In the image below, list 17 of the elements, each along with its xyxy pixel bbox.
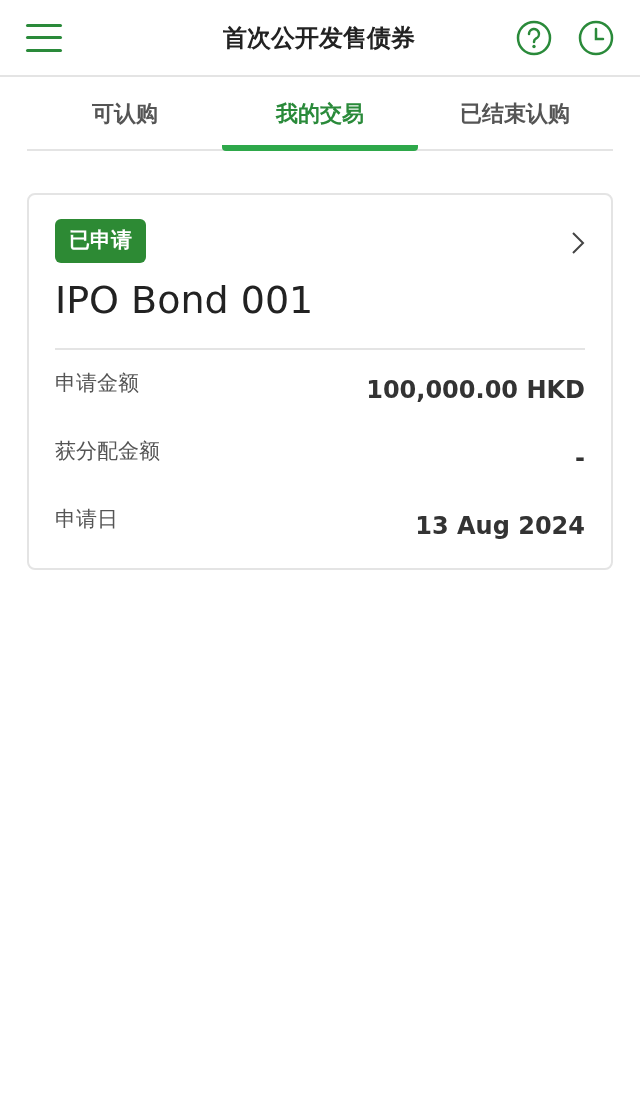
field-value: 13 Aug 2024 — [415, 511, 585, 542]
tab[interactable]: 可认购 — [27, 77, 223, 151]
field-value: 100,000.00 HKD — [366, 375, 585, 406]
field-value: - — [575, 443, 585, 474]
bond-card[interactable]: 已申请 IPO Bond 001 申请金额 100,000.00 HKD 获分配金额 - 申请日 13 Aug 2024 — [27, 193, 613, 570]
field-label: 申请日 — [55, 506, 118, 533]
menu-button[interactable] — [26, 23, 62, 52]
field-label: 获分配金额 — [55, 438, 160, 465]
tab[interactable]: 已结束认购 — [417, 77, 613, 151]
field-label: 申请金额 — [55, 370, 139, 397]
tab[interactable]: 我的交易 — [222, 77, 418, 151]
bond-name: IPO Bond 001 — [55, 276, 315, 324]
help-icon[interactable] — [516, 19, 552, 56]
clock-icon[interactable] — [578, 19, 614, 56]
chevron-right-icon[interactable] — [571, 231, 585, 255]
status-badge: 已申请 — [55, 219, 146, 263]
page-title: 首次公开发售债券 — [223, 22, 415, 54]
